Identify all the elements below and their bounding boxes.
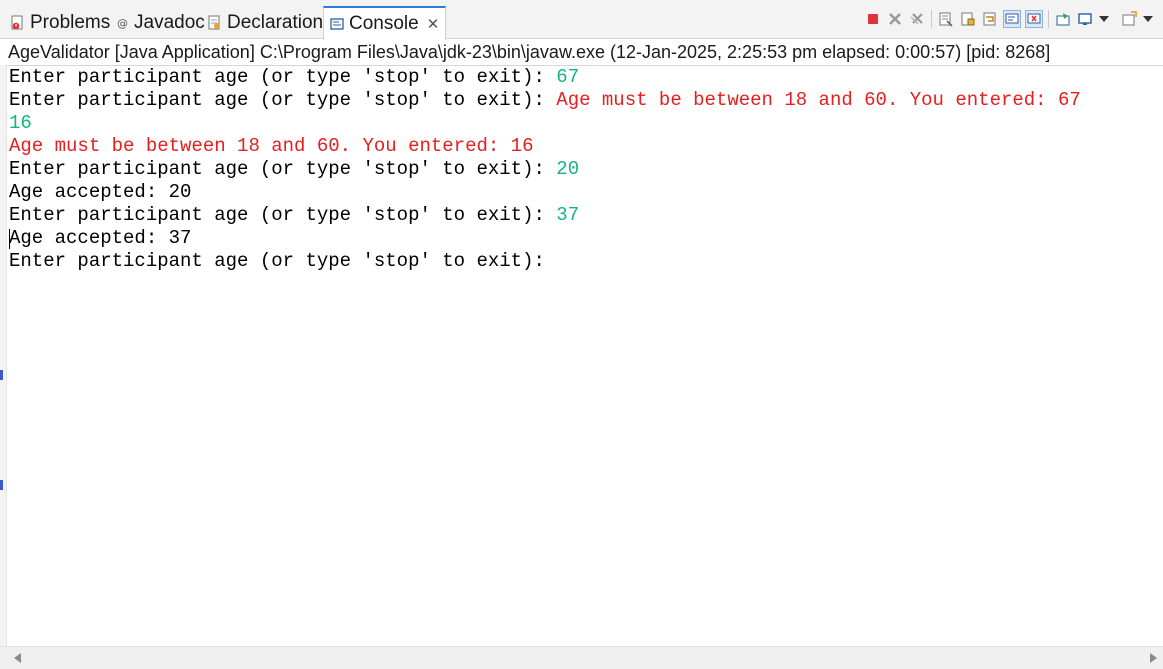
close-icon[interactable]: ✕ xyxy=(427,15,440,33)
console-icon xyxy=(329,16,345,32)
console-line: 16 xyxy=(9,112,1163,135)
console-line: Enter participant age (or type 'stop' to… xyxy=(9,158,1163,181)
declaration-icon xyxy=(207,15,223,31)
console-stdin: 16 xyxy=(9,112,32,134)
display-menu-icon[interactable] xyxy=(1099,16,1109,22)
horizontal-scrollbar[interactable] xyxy=(0,646,1163,669)
console-line: Age accepted: 37 xyxy=(9,227,1163,250)
scroll-right-icon[interactable] xyxy=(1150,653,1157,663)
gutter-marker xyxy=(0,480,3,490)
tab-label: Declaration xyxy=(227,12,324,33)
javadoc-icon: @ xyxy=(116,15,130,31)
tab-console[interactable]: Console ✕ xyxy=(323,6,447,40)
console-stdout: Age accepted: 20 xyxy=(9,181,192,203)
scroll-left-icon[interactable] xyxy=(14,653,21,663)
console-stdout: Enter participant age (or type 'stop' to… xyxy=(9,250,557,272)
console-stdout: Enter participant age (or type 'stop' to… xyxy=(9,89,557,111)
console-stdin: 20 xyxy=(556,158,580,180)
console-stdout: Age accepted: 37 xyxy=(9,227,192,249)
show-stderr-icon[interactable] xyxy=(1025,10,1043,28)
show-stdout-icon[interactable] xyxy=(1003,10,1021,28)
scroll-lock-icon[interactable] xyxy=(960,11,976,27)
tab-javadoc[interactable]: @ Javadoc xyxy=(116,8,205,38)
tab-declaration[interactable]: Declaration xyxy=(207,8,323,38)
remove-all-terminated-icon[interactable] xyxy=(909,11,925,27)
text-caret xyxy=(9,229,10,249)
problems-icon xyxy=(10,15,26,31)
console-stdout: Enter participant age (or type 'stop' to… xyxy=(9,204,557,226)
open-console-icon[interactable] xyxy=(1121,11,1137,27)
console-line: Enter participant age (or type 'stop' to… xyxy=(9,250,1163,273)
console-stdin: 67 xyxy=(556,66,580,88)
gutter-marker xyxy=(0,370,3,380)
clear-console-icon[interactable] xyxy=(938,11,954,27)
toolbar-separator xyxy=(931,10,932,28)
toolbar-separator xyxy=(1048,10,1049,28)
console-stdout: Enter participant age (or type 'stop' to… xyxy=(9,158,557,180)
console-stdin: 37 xyxy=(556,204,580,226)
left-gutter xyxy=(0,65,7,647)
tab-problems[interactable]: Problems xyxy=(10,8,110,38)
svg-text:@: @ xyxy=(117,17,128,30)
console-stderr: Age must be between 18 and 60. You enter… xyxy=(9,135,534,157)
console-stdout: Enter participant age (or type 'stop' to… xyxy=(9,66,557,88)
terminate-icon[interactable] xyxy=(865,11,881,27)
open-menu-icon[interactable] xyxy=(1143,16,1153,22)
console-toolbar xyxy=(865,8,1153,30)
tab-label: Problems xyxy=(30,12,111,33)
console-line: Age must be between 18 and 60. You enter… xyxy=(9,135,1163,158)
word-wrap-icon[interactable] xyxy=(982,11,998,27)
pin-console-icon[interactable] xyxy=(1055,11,1071,27)
console-line: Enter participant age (or type 'stop' to… xyxy=(9,204,1163,227)
remove-launch-icon[interactable] xyxy=(887,11,903,27)
view-tab-bar: Problems @ Javadoc Declaration Console ✕ xyxy=(0,0,1163,40)
tab-label: Javadoc xyxy=(134,12,205,33)
console-output[interactable]: Enter participant age (or type 'stop' to… xyxy=(9,66,1163,273)
process-description: AgeValidator [Java Application] C:\Progr… xyxy=(8,42,1051,62)
console-line: Age accepted: 20 xyxy=(9,181,1163,204)
console-line: Enter participant age (or type 'stop' to… xyxy=(9,89,1163,112)
console-line: Enter participant age (or type 'stop' to… xyxy=(9,66,1163,89)
tab-label: Console xyxy=(349,13,419,34)
display-console-icon[interactable] xyxy=(1077,11,1093,27)
console-stderr: Age must be between 18 and 60. You enter… xyxy=(556,89,1081,111)
